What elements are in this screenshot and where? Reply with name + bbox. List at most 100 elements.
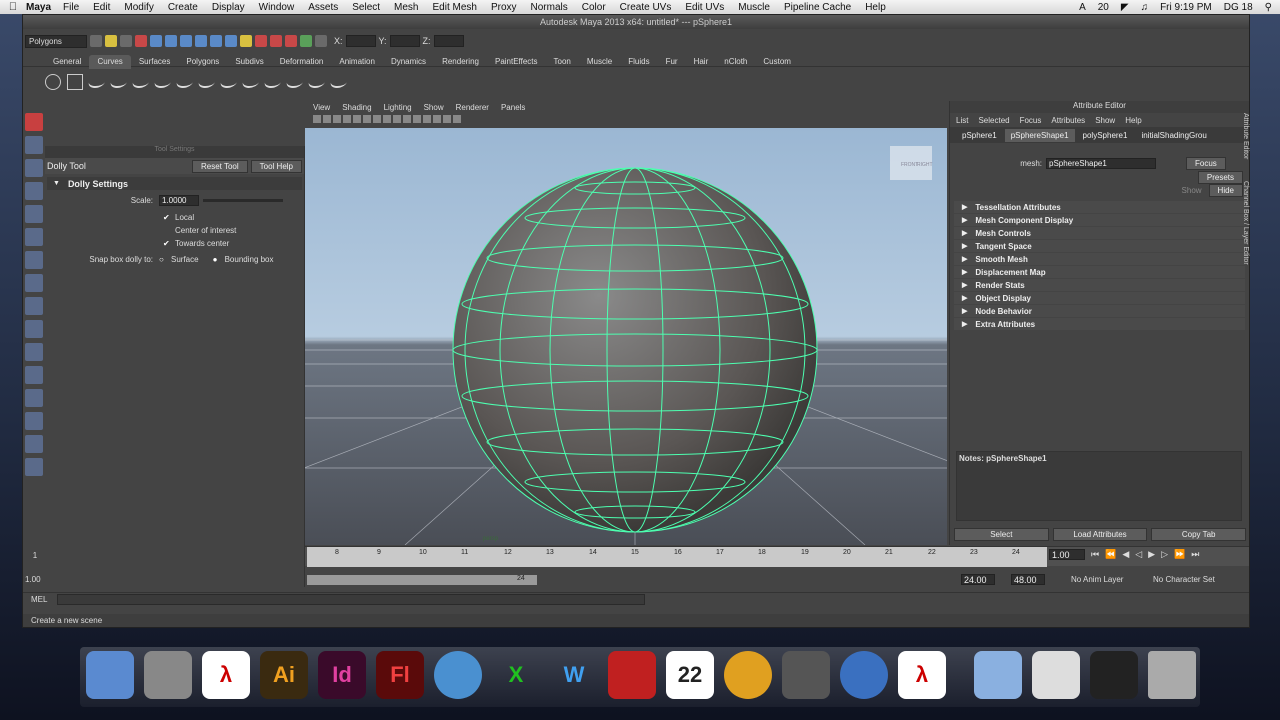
ep-curve-icon[interactable] — [108, 76, 130, 88]
current-frame-field[interactable]: 1.00 — [1049, 549, 1085, 560]
rotate-tool-icon[interactable] — [25, 205, 43, 223]
tab-polygons[interactable]: Polygons — [178, 55, 227, 69]
snap-point-icon[interactable] — [210, 35, 222, 47]
adobe-icon[interactable]: A — [1079, 2, 1086, 13]
layout-outliner-icon[interactable] — [25, 389, 43, 407]
step-back-icon[interactable]: ◀ — [1122, 549, 1129, 560]
menu-select[interactable]: Select — [352, 2, 380, 13]
tab-subdivs[interactable]: Subdivs — [227, 55, 271, 69]
z-field[interactable] — [433, 35, 464, 47]
y-field[interactable] — [389, 35, 420, 47]
preview-icon[interactable] — [1032, 651, 1080, 699]
acrobat-pro-icon[interactable]: λ — [898, 651, 946, 699]
wireframe-on-shaded-icon[interactable] — [403, 115, 411, 123]
select-hierarchy-icon[interactable] — [135, 35, 147, 47]
node-tab-psphere1[interactable]: pSphere1 — [956, 129, 1003, 142]
use-lights-icon[interactable] — [423, 115, 431, 123]
paint-select-icon[interactable] — [25, 159, 43, 177]
clock[interactable]: Fri 9:19 PM — [1160, 2, 1212, 13]
node-tab-polysphere1[interactable]: polySphere1 — [1077, 129, 1134, 142]
hypershade-icon[interactable] — [315, 35, 327, 47]
x-field[interactable] — [345, 35, 376, 47]
excel-icon[interactable]: X — [492, 651, 540, 699]
tab-muscle[interactable]: Muscle — [579, 55, 620, 69]
nurbs-circle-icon[interactable] — [45, 74, 61, 90]
attr-menu-help[interactable]: Help — [1125, 116, 1141, 125]
select-object-icon[interactable] — [150, 35, 162, 47]
tab-fur[interactable]: Fur — [658, 55, 686, 69]
tab-animation[interactable]: Animation — [331, 55, 383, 69]
acrobat-icon[interactable]: λ — [202, 651, 250, 699]
section-smooth-mesh[interactable]: ▶ Smooth Mesh — [954, 253, 1245, 265]
tab-fluids[interactable]: Fluids — [620, 55, 657, 69]
menu-create-uvs[interactable]: Create UVs — [620, 2, 672, 13]
play-forward-icon[interactable]: ▶ — [1148, 549, 1155, 560]
mesh-field[interactable]: pSphereShape1 — [1046, 157, 1156, 169]
character-set-dropdown[interactable]: No Character Set — [1153, 575, 1215, 584]
menu-edit-mesh[interactable]: Edit Mesh — [432, 2, 476, 13]
cv-curve-icon[interactable] — [86, 76, 108, 88]
menu-assets[interactable]: Assets — [308, 2, 338, 13]
section-mesh-component-display[interactable]: ▶ Mesh Component Display — [954, 214, 1245, 226]
tab-surfaces[interactable]: Surfaces — [131, 55, 179, 69]
tab-rendering[interactable]: Rendering — [434, 55, 487, 69]
section-object-display[interactable]: ▶ Object Display — [954, 292, 1245, 304]
image-plane-icon[interactable] — [343, 115, 351, 123]
history-icon[interactable] — [255, 35, 267, 47]
time-slider[interactable]: 8 9 10 11 12 13 14 15 16 17 18 19 20 21 … — [305, 546, 1249, 567]
soft-mod-icon[interactable] — [25, 274, 43, 292]
offset-curve-icon[interactable] — [262, 76, 284, 88]
volume-icon[interactable]: ♫ — [1141, 2, 1149, 13]
range-slider[interactable]: 24 24.00 48.00 No Anim Layer No Characte… — [305, 573, 1249, 587]
section-displacement-map[interactable]: ▶ Displacement Map — [954, 266, 1245, 278]
range-end-field[interactable]: 24.00 — [961, 574, 995, 585]
curve-editing-icon[interactable] — [328, 76, 350, 88]
maya-icon[interactable] — [782, 651, 830, 699]
insert-knot-icon[interactable] — [218, 76, 240, 88]
layout-hypershade-icon[interactable] — [25, 435, 43, 453]
spotlight-icon[interactable]: ⚲ — [1265, 2, 1272, 13]
menu-set-dropdown[interactable]: Polygons — [25, 34, 87, 48]
indesign-icon[interactable]: Id — [318, 651, 366, 699]
wireframe-icon[interactable] — [383, 115, 391, 123]
section-tessellation[interactable]: ▶ Tessellation Attributes — [954, 201, 1245, 213]
textured-icon[interactable] — [413, 115, 421, 123]
layout-single-icon[interactable] — [25, 343, 43, 361]
photobooth-icon[interactable] — [608, 651, 656, 699]
snap-plane-icon[interactable] — [225, 35, 237, 47]
film-gate-icon[interactable] — [363, 115, 371, 123]
presets-button[interactable]: Presets — [1197, 171, 1243, 184]
extend-curve-icon[interactable] — [240, 76, 262, 88]
node-tab-psphereshape1[interactable]: pSphereShape1 — [1004, 128, 1075, 142]
go-to-start-icon[interactable]: ⏮ — [1091, 549, 1099, 560]
select-tool-icon[interactable] — [25, 113, 43, 131]
pencil-curve-icon[interactable] — [130, 76, 152, 88]
focus-button[interactable]: Focus — [1186, 156, 1226, 170]
scale-slider[interactable] — [203, 199, 283, 202]
new-scene-icon[interactable] — [90, 35, 102, 47]
step-forward-icon[interactable]: ▷ — [1161, 549, 1168, 560]
vp-menu-view[interactable]: View — [313, 103, 330, 112]
node-tab-shading-group[interactable]: initialShadingGrou — [1135, 129, 1212, 142]
attr-menu-attributes[interactable]: Attributes — [1051, 116, 1085, 125]
render-icon[interactable] — [270, 35, 282, 47]
menu-help[interactable]: Help — [865, 2, 886, 13]
menu-color[interactable]: Color — [582, 2, 606, 13]
mel-label[interactable]: MEL — [31, 595, 47, 604]
towards-checkbox[interactable]: ✔ — [163, 239, 171, 248]
local-checkbox[interactable]: ✔ — [163, 213, 171, 222]
attr-menu-list[interactable]: List — [956, 116, 968, 125]
layout-dopesheet-icon[interactable] — [25, 458, 43, 476]
rebuild-curve-icon[interactable] — [284, 76, 306, 88]
scale-field[interactable]: 1.0000 — [159, 195, 199, 206]
xray-icon[interactable] — [453, 115, 461, 123]
tab-hair[interactable]: Hair — [686, 55, 717, 69]
detach-curves-icon[interactable] — [196, 76, 218, 88]
view-cube[interactable]: FRONT RIGHT — [890, 146, 933, 180]
open-scene-icon[interactable] — [105, 35, 117, 47]
section-mesh-controls[interactable]: ▶ Mesh Controls — [954, 227, 1245, 239]
grid-icon[interactable] — [353, 115, 361, 123]
save-scene-icon[interactable] — [120, 35, 132, 47]
load-attributes-button[interactable]: Load Attributes — [1052, 528, 1148, 541]
menu-edit[interactable]: Edit — [93, 2, 110, 13]
